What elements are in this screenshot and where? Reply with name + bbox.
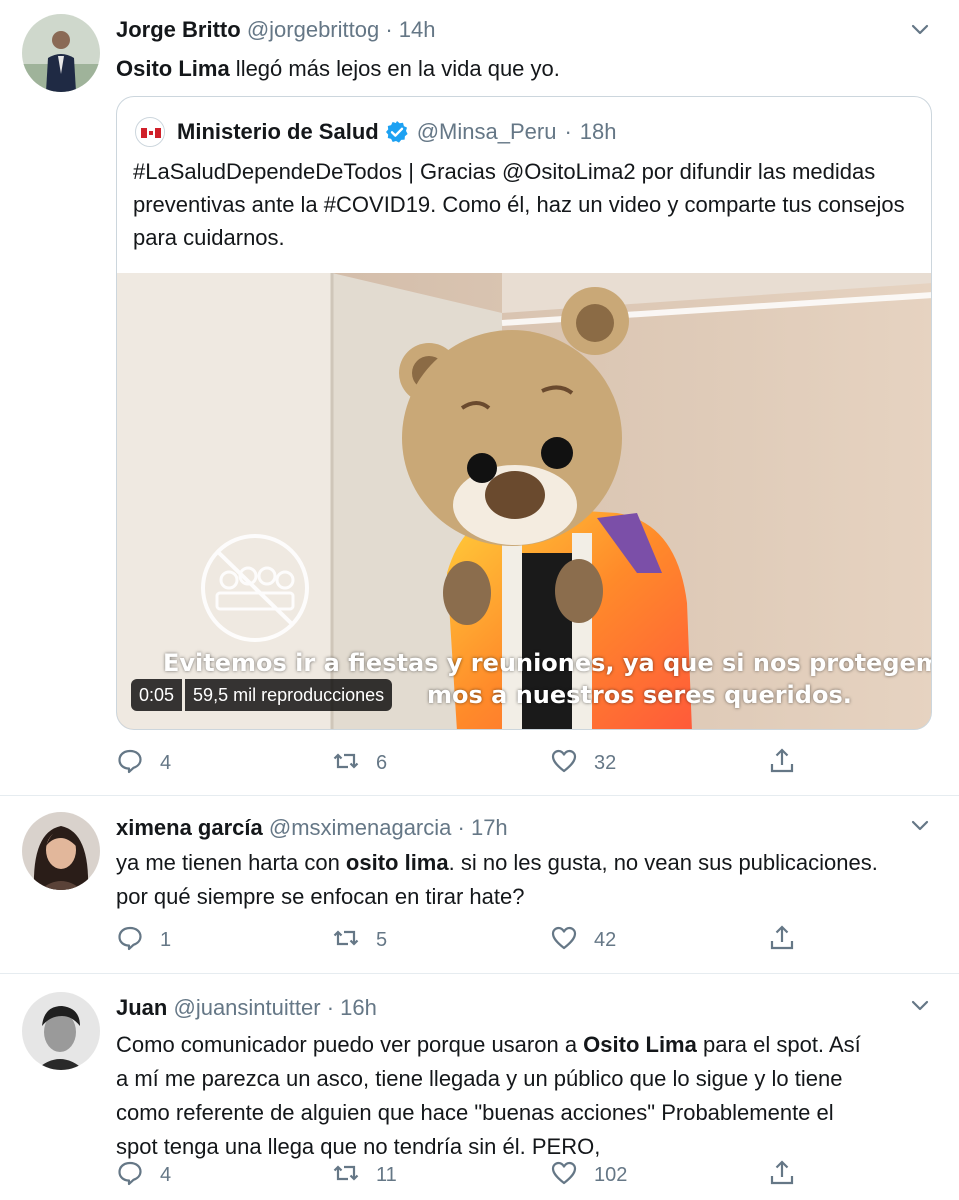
retweet-button[interactable]: 6 [332, 745, 387, 781]
avatar[interactable] [22, 14, 100, 92]
like-count: 32 [594, 751, 617, 774]
reply-icon [116, 924, 144, 957]
tweet-text: ya me tienen harta con osito lima. si no… [116, 846, 878, 914]
heart-icon [550, 747, 578, 780]
heart-icon [550, 924, 578, 957]
highlight-text: osito lima [345, 850, 449, 875]
retweet-count: 5 [376, 928, 388, 951]
share-button[interactable] [768, 1157, 796, 1193]
video-player[interactable]: Evitemos ir a fiestas y reuniones, ya qu… [117, 273, 932, 729]
tweet-ximena-garcia[interactable]: ximena garcía @msximenagarcia · 17h ya m… [0, 796, 959, 974]
retweet-count: 6 [376, 751, 388, 774]
chevron-down-icon[interactable] [909, 814, 931, 836]
share-button[interactable] [768, 745, 796, 781]
tweet-header: Juan @juansintuitter · 16h [116, 994, 377, 1022]
ministry-logo-icon [135, 117, 165, 147]
tweet-header: ximena garcía @msximenagarcia · 17h [116, 814, 508, 842]
video-info-badge: 0:05 59,5 mil reproducciones [131, 679, 393, 711]
share-icon [768, 747, 796, 780]
tweet-juan[interactable]: Juan @juansintuitter · 16h Como comunica… [0, 974, 959, 1200]
share-icon [768, 924, 796, 957]
separator-dot: · [385, 17, 393, 42]
like-button[interactable]: 32 [550, 745, 616, 781]
highlight-text: Osito Lima [116, 56, 230, 81]
reply-count: 4 [160, 1163, 172, 1186]
like-count: 102 [594, 1163, 628, 1186]
separator-dot: · [564, 119, 572, 144]
video-subtitle-line2: mos a nuestros seres queridos. [427, 681, 852, 709]
tweet-actions: 4 11 102 [116, 1157, 806, 1193]
share-icon [768, 1159, 796, 1192]
tweet-text: Como comunicador puedo ver porque usaron… [116, 1028, 932, 1164]
text-segment: ya me tienen harta con [116, 850, 346, 875]
tweet-text-line2: a mí me parezca un asco, tiene llegada y… [116, 1066, 843, 1091]
author-name[interactable]: ximena garcía [116, 815, 263, 840]
retweet-button[interactable]: 11 [332, 1157, 397, 1193]
timestamp[interactable]: 17h [471, 815, 508, 840]
text-segment: Como comunicador puedo ver porque usaron… [116, 1032, 584, 1057]
tweet-text-line1: Como comunicador puedo ver porque usaron… [116, 1028, 932, 1062]
avatar[interactable] [22, 992, 100, 1070]
separator-dot: · [457, 815, 465, 840]
video-subtitle-line1: Evitemos ir a fiestas y reuniones, ya qu… [163, 649, 932, 677]
author-handle[interactable]: @juansintuitter [173, 995, 320, 1020]
share-button[interactable] [768, 922, 796, 958]
retweet-icon [332, 924, 360, 957]
quoted-author-name[interactable]: Ministerio de Salud [177, 118, 379, 146]
reply-icon [116, 747, 144, 780]
video-duration: 0:05 [131, 679, 183, 711]
tweet-text: Osito Lima llegó más lejos en la vida qu… [116, 54, 560, 83]
avatar[interactable] [22, 812, 100, 890]
like-count: 42 [594, 928, 617, 951]
tweet-text-line1: ya me tienen harta con osito lima. si no… [116, 846, 878, 880]
retweet-count: 11 [376, 1163, 397, 1186]
quoted-tweet-text: #LaSaludDependeDeTodos | Gracias @OsitoL… [133, 159, 905, 250]
quoted-tweet[interactable]: Ministerio de Salud @Minsa_Peru · 18h #L… [116, 96, 932, 730]
highlight-text: Osito Lima [583, 1032, 697, 1057]
reply-button[interactable]: 4 [116, 745, 171, 781]
retweet-icon [332, 747, 360, 780]
video-views: 59,5 mil reproducciones [185, 679, 393, 711]
verified-badge-icon [385, 120, 409, 144]
reply-count: 1 [160, 928, 172, 951]
tweet-jorge-britto[interactable]: Jorge Britto @jorgebrittog · 14h Osito L… [0, 0, 959, 796]
heart-icon [550, 1159, 578, 1192]
reply-icon [116, 1159, 144, 1192]
text-segment: . si no les gusta, no vean sus publicaci… [448, 850, 878, 875]
like-button[interactable]: 102 [550, 1157, 627, 1193]
retweet-icon [332, 1159, 360, 1192]
separator-dot: · [326, 995, 335, 1020]
author-name[interactable]: Jorge Britto [116, 17, 241, 42]
quoted-timestamp[interactable]: 18h [580, 118, 617, 146]
timestamp[interactable]: 16h [340, 995, 377, 1020]
author-handle[interactable]: @jorgebrittog [247, 17, 379, 42]
reply-count: 4 [160, 751, 172, 774]
author-handle[interactable]: @msximenagarcia [269, 815, 452, 840]
reply-button[interactable]: 1 [116, 922, 171, 958]
retweet-button[interactable]: 5 [332, 922, 387, 958]
reply-button[interactable]: 4 [116, 1157, 171, 1193]
tweet-text-line3: como referente de alguien que hace "buen… [116, 1100, 834, 1125]
quoted-author-handle[interactable]: @Minsa_Peru [417, 118, 557, 146]
text-segment: para el spot. Así [696, 1032, 861, 1057]
chevron-down-icon[interactable] [909, 18, 931, 40]
tweet-text-rest: llegó más lejos en la vida que yo. [229, 56, 560, 81]
tweet-actions: 4 6 32 [116, 745, 806, 781]
author-name[interactable]: Juan [116, 995, 167, 1020]
chevron-down-icon[interactable] [909, 994, 931, 1016]
tweet-text-line2: por qué siempre se enfocan en tirar hate… [116, 884, 525, 909]
like-button[interactable]: 42 [550, 922, 616, 958]
tweet-header: Jorge Britto @jorgebrittog · 14h [116, 16, 436, 44]
tweet-actions: 1 5 42 [116, 922, 806, 958]
quoted-tweet-header: Ministerio de Salud @Minsa_Peru · 18h [135, 117, 616, 147]
timestamp[interactable]: 14h [399, 17, 436, 42]
